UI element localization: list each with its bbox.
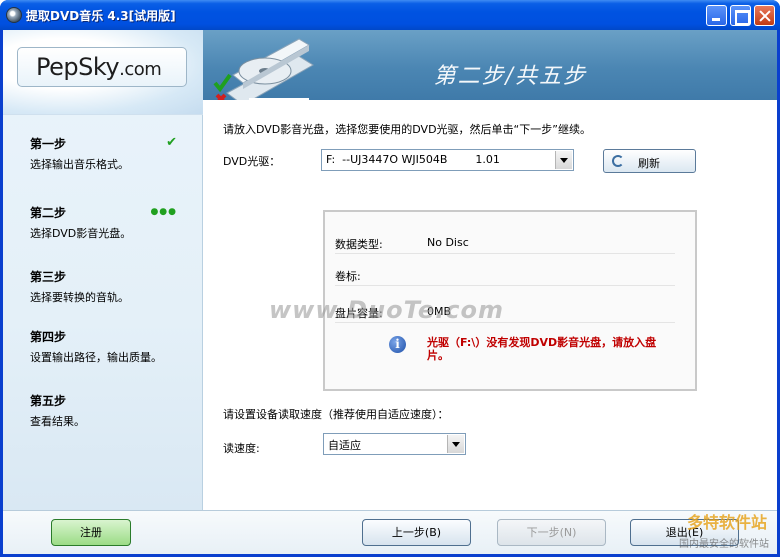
wizard-footer: 注册 上一步(B) 下一步(N) 退出(E) 多特软件站 国内最安全的软件站 [3, 510, 777, 554]
step-4-title: 第四步 [30, 330, 67, 344]
step-1: 第一步 选择输出音乐格式。 ✔ [30, 135, 195, 172]
volume-row: 卷标: [335, 264, 675, 286]
step-5-desc: 查看结果。 [30, 415, 85, 428]
chevron-down-icon[interactable] [555, 151, 572, 169]
data-type-label: 数据类型: [335, 238, 383, 251]
speed-prompt: 请设置设备读取速度（推荐使用自适应速度）： [223, 408, 449, 421]
drive-select[interactable]: F: --UJ3447O WJI504B 1.01 [321, 149, 574, 171]
pepsky-logo: PepSky.com [17, 47, 187, 87]
speed-label: 读速度: [223, 442, 260, 455]
step-5-title: 第五步 [30, 394, 67, 408]
drive-label: DVD光驱： [223, 155, 281, 168]
step-3: 第三步 选择要转换的音轨。 [30, 268, 195, 305]
step-2-desc: 选择DVD影音光盘。 [30, 227, 132, 240]
step-progress-title: 第二步/共五步 [433, 64, 587, 89]
no-disc-warning: 光驱（F:\）没有发现DVD影音光盘，请放入盘片。 [427, 336, 657, 362]
refresh-icon [612, 155, 624, 167]
close-icon[interactable] [754, 5, 775, 26]
app-window: 提取DVD音乐 4.3[试用版] PepSky.com 第一步 选择输出音乐格式… [0, 0, 780, 557]
step-1-desc: 选择输出音乐格式。 [30, 158, 129, 171]
data-type-row: 数据类型: No Disc [335, 232, 675, 254]
next-button[interactable]: 下一步(N) [497, 519, 606, 546]
window-title: 提取DVD音乐 4.3[试用版] [26, 9, 176, 23]
step-5: 第五步 查看结果。 [30, 392, 195, 429]
logo-suffix: .com [119, 59, 162, 80]
step-header: 第二步/共五步 [203, 30, 777, 100]
logo-area: PepSky.com [3, 30, 203, 115]
title-bar[interactable]: 提取DVD音乐 4.3[试用版] [0, 0, 780, 30]
step-4-desc: 设置输出路径，输出质量。 [30, 351, 162, 364]
info-icon: i [389, 336, 406, 353]
read-speed-value: 自适应 [328, 439, 361, 452]
app-disc-icon [6, 7, 22, 23]
instruction-text: 请放入DVD影音光盘，选择您要使用的DVD光驱，然后单击“下一步”继续。 [223, 123, 591, 136]
chevron-down-icon[interactable] [447, 435, 464, 453]
corner-sub: 国内最安全的软件站 [679, 539, 769, 550]
maximize-icon[interactable] [730, 5, 751, 26]
refresh-button[interactable]: 刷新 [603, 149, 696, 173]
drive-select-value: F: --UJ3447O WJI504B 1.01 [326, 153, 500, 166]
in-progress-dots-icon: ●●● [150, 207, 177, 217]
client-area: PepSky.com 第一步 选择输出音乐格式。 ✔ 第二步 选择DVD影音光盘… [3, 30, 777, 554]
steps-sidebar: PepSky.com 第一步 选择输出音乐格式。 ✔ 第二步 选择DVD影音光盘… [3, 30, 203, 510]
minimize-icon[interactable] [706, 5, 727, 26]
dvd-drive-icon [213, 38, 314, 100]
watermark-text: www.DuoTe.com [269, 296, 504, 324]
refresh-label: 刷新 [638, 157, 660, 170]
corner-brand: 多特软件站 [686, 513, 767, 532]
read-speed-select[interactable]: 自适应 [323, 433, 466, 455]
check-icon: ✔ [166, 135, 177, 150]
volume-label: 卷标: [335, 270, 361, 283]
prev-button[interactable]: 上一步(B) [362, 519, 471, 546]
step-3-desc: 选择要转换的音轨。 [30, 291, 129, 304]
register-button[interactable]: 注册 [51, 519, 131, 546]
step-4: 第四步 设置输出路径，输出质量。 [30, 328, 195, 365]
step-3-title: 第三步 [30, 270, 67, 284]
corner-watermark: 多特软件站 国内最安全的软件站 [643, 513, 773, 555]
step-2: 第二步 选择DVD影音光盘。 ●●● [30, 204, 195, 241]
logo-text: PepSky [36, 53, 120, 81]
data-type-value: No Disc [427, 236, 469, 249]
